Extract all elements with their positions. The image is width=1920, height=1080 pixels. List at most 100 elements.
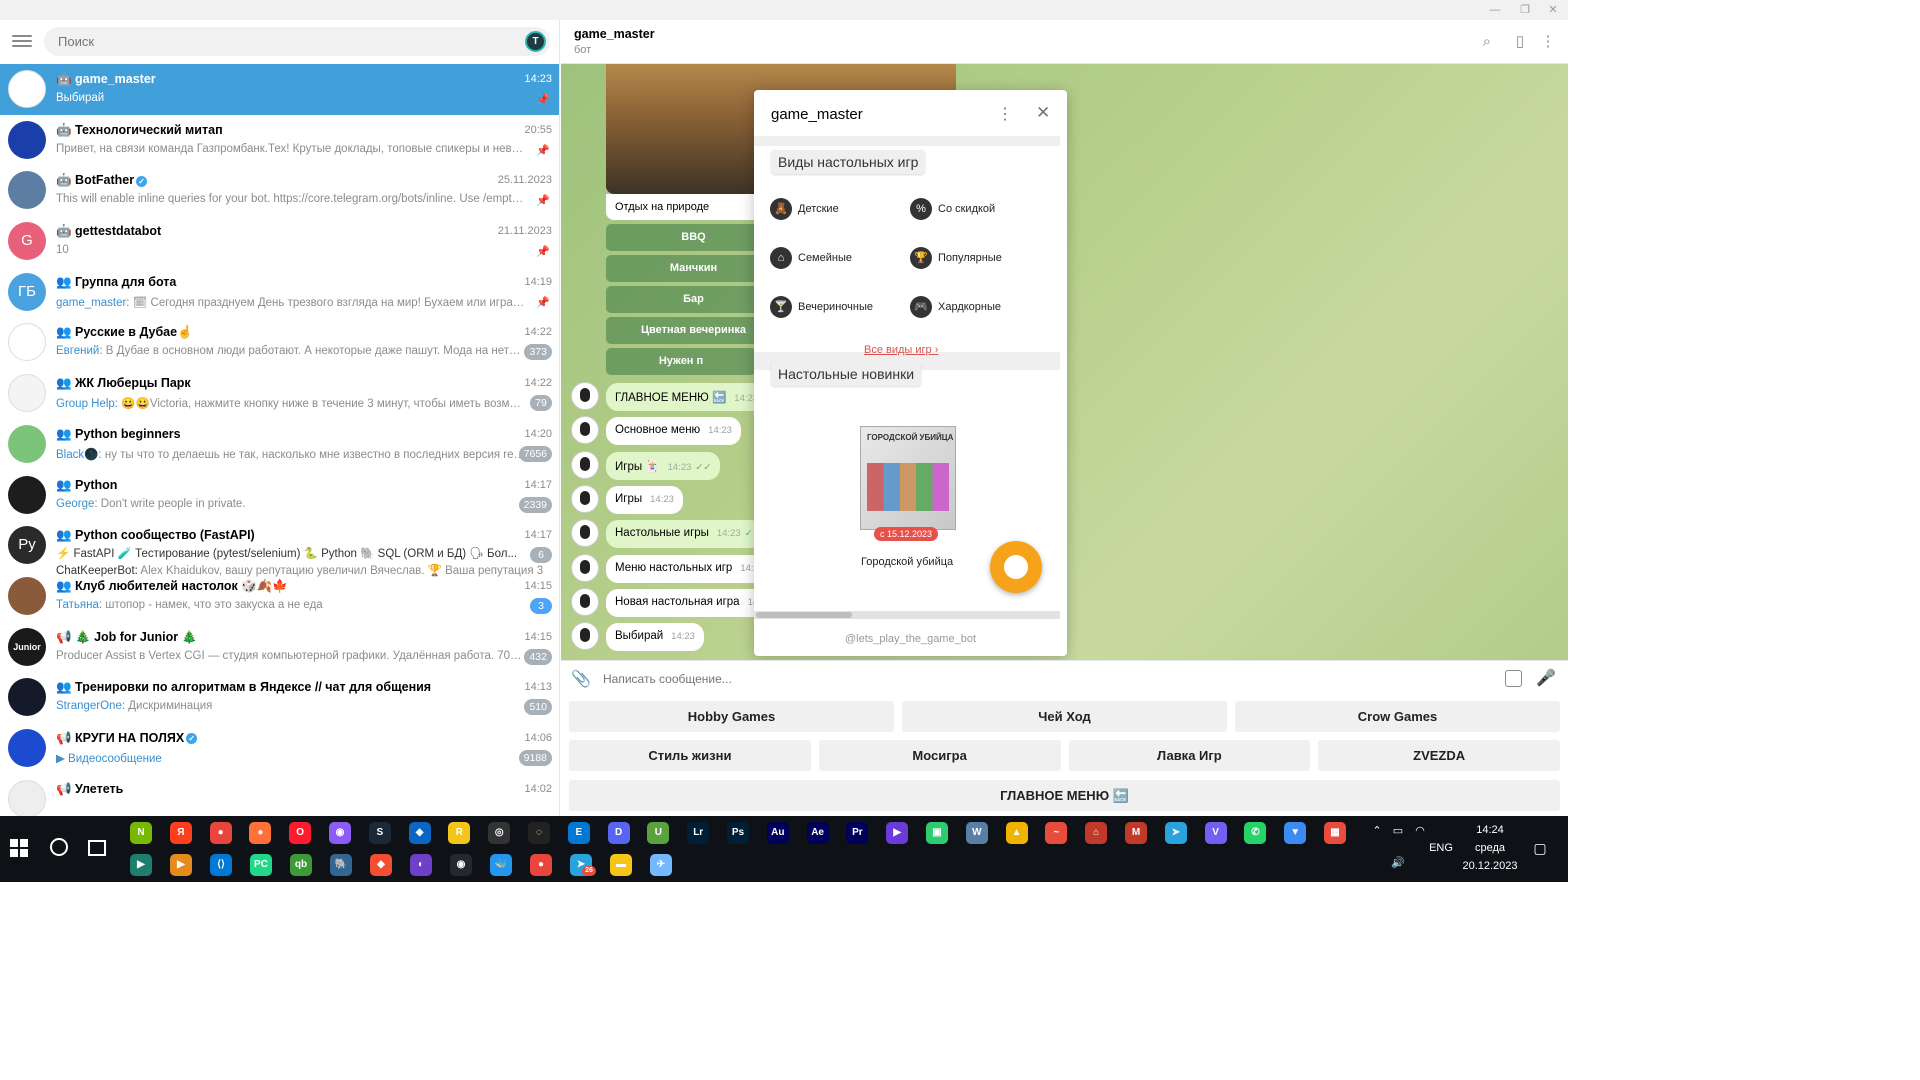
notifications-icon[interactable]: ▢	[1530, 840, 1550, 857]
red-app-icon[interactable]: M	[1125, 822, 1147, 844]
search-input[interactable]	[44, 27, 484, 56]
webapp-menu-icon[interactable]: ⋮	[997, 104, 1013, 124]
language-indicator[interactable]: ENG	[1426, 842, 1456, 854]
inline-button[interactable]: Нужен п	[606, 348, 756, 375]
message-bubble[interactable]: Игры 14:23	[606, 485, 683, 514]
telegram-desktop-icon[interactable]: ➤	[1164, 822, 1187, 844]
yandex-browser-icon[interactable]: Я	[169, 822, 192, 844]
bot-keyboard-icon[interactable]	[1505, 670, 1522, 687]
message-bubble[interactable]: Выбирай 14:23	[606, 623, 704, 652]
chat-list-item[interactable]: 👥 Русские в Дубае☝ 14:22 Евгений: В Дубае …	[0, 317, 559, 368]
postgres-icon[interactable]: 🐘	[330, 854, 352, 876]
attach-icon[interactable]: 📎	[571, 669, 591, 689]
chevron-up-icon[interactable]: ⌃	[1365, 824, 1389, 837]
volume-icon[interactable]: 🔊	[1388, 856, 1408, 869]
vscode-icon[interactable]: ⟨⟩	[210, 854, 232, 876]
chat-list-item[interactable]: Py 👥 Python сообщество (FastAPI) 14:17 ⚡ Fa…	[0, 520, 559, 577]
anydesk-icon[interactable]: ~	[1045, 822, 1068, 844]
webapp-close-icon[interactable]: ✕	[1036, 103, 1050, 123]
chat-list-item[interactable]: 🤖 BotFather ✓ 25.11.2023 This will enable i…	[0, 165, 559, 216]
qbittorrent-icon[interactable]: qb	[290, 854, 312, 876]
video-app-icon[interactable]: ▶	[886, 822, 909, 844]
category-house[interactable]: ⌂ Семейные	[770, 247, 852, 269]
reply-button[interactable]: Чей Ход	[902, 701, 1227, 732]
vpn-icon[interactable]: ▼	[1284, 822, 1307, 844]
bot-avatar[interactable]	[571, 484, 599, 513]
message-bubble[interactable]: Игры 🃏 14:23 ✓✓	[606, 451, 721, 480]
bot-avatar[interactable]	[571, 622, 599, 651]
clock-time[interactable]: 14:24	[1460, 824, 1520, 836]
viber-icon[interactable]: V	[1204, 822, 1227, 844]
category-teddy-bear[interactable]: 🧸 Детские	[770, 198, 839, 220]
chat-title[interactable]: game_master	[574, 27, 655, 41]
floating-chat-button[interactable]	[990, 541, 1042, 593]
pycharm-icon[interactable]: PC	[250, 854, 272, 876]
opera-icon[interactable]: O	[289, 822, 312, 844]
profile-avatar-icon[interactable]: T	[525, 31, 546, 52]
pilot-icon[interactable]: ✈	[650, 854, 672, 876]
whatsapp-icon[interactable]: ✆	[1244, 822, 1267, 844]
reply-button[interactable]: ZVEZDA	[1318, 740, 1560, 771]
sublime-icon[interactable]: ▶	[170, 854, 192, 876]
photoshop-icon[interactable]: Ps	[727, 822, 749, 844]
reply-button[interactable]: Hobby Games	[569, 701, 894, 732]
bing-icon[interactable]: ◆	[408, 822, 431, 844]
firefox-icon[interactable]: ●	[249, 822, 272, 844]
wifi-icon[interactable]: ◠	[1410, 824, 1430, 837]
chat-list-item[interactable]: 🤖 Технологический митап 20:55 Привет, на с…	[0, 115, 559, 166]
steam-icon[interactable]: S	[368, 822, 391, 844]
epic-icon[interactable]: E	[567, 822, 590, 844]
lightroom-icon[interactable]: Lr	[687, 822, 710, 844]
premiere-icon[interactable]: Pr	[846, 822, 869, 844]
chat-list-item[interactable]: 👥 ЖК Люберцы Парк 14:22 Group Help: 😀😀Vict…	[0, 368, 559, 419]
nvidia-icon[interactable]: N	[130, 822, 152, 844]
chrome-icon-2[interactable]: ●	[530, 854, 552, 876]
minimize-button[interactable]: —	[1480, 2, 1510, 18]
close-window-button[interactable]: ✕	[1538, 2, 1568, 18]
chat-list-item[interactable]: 📢 КРУГИ НА ПОЛЯХ ✓ 14:06 ▶ Видеосообщение 91…	[0, 723, 559, 774]
grid-app-icon[interactable]: ▦	[1324, 822, 1346, 844]
taskbar-search-icon[interactable]	[50, 838, 68, 856]
chat-list-item[interactable]: 👥 Python 14:17 George: Don't write people …	[0, 470, 559, 521]
reply-button[interactable]: Мосигра	[818, 740, 1061, 771]
game-box-image[interactable]: ГОРОДСКОЙ УБИЙЦА	[860, 426, 956, 530]
chat-list-item[interactable]: G 🤖 gettestdatabot 21.11.2023 10 📌	[0, 216, 559, 267]
message-bubble[interactable]: Меню настольных игр 14:23	[606, 554, 774, 583]
task-view-icon[interactable]	[88, 840, 106, 856]
category-discount[interactable]: % Со скидкой	[910, 198, 995, 220]
search-box[interactable]: T	[44, 27, 550, 56]
message-input[interactable]	[603, 666, 1483, 692]
github-icon[interactable]: ◉	[450, 854, 472, 876]
sidebar-toggle-icon[interactable]: ▯	[1511, 33, 1529, 51]
docker-icon[interactable]: 🐳	[490, 854, 512, 876]
more-options-icon[interactable]: ⋮	[1539, 33, 1557, 51]
green-app-icon[interactable]: ▣	[926, 822, 948, 844]
bot-avatar[interactable]	[571, 382, 599, 410]
obs-icon[interactable]: ◎	[488, 822, 511, 844]
webapp-scrollbar[interactable]	[754, 611, 1060, 619]
message-bubble[interactable]: ГЛАВНОЕ МЕНЮ 🔙 14:23	[606, 383, 768, 411]
chat-list-item[interactable]: 🤖 game_master 14:23 Выбирай 📌	[0, 64, 559, 115]
category-cocktail[interactable]: 🍸 Вечериночные	[770, 296, 873, 318]
all-game-types-link[interactable]: Все виды игр ›	[864, 344, 938, 356]
chat-list-item[interactable]: 📢 Улететь 14:02	[0, 774, 559, 816]
message-bubble[interactable]: Основное меню 14:23	[606, 417, 741, 446]
git-icon[interactable]: ◆	[370, 854, 392, 876]
hamburger-menu-icon[interactable]	[12, 32, 32, 50]
maximize-button[interactable]: ❐	[1510, 2, 1540, 18]
chat-list-item[interactable]: ГБ 👥 Группа для бота 14:19 game_master: 🗓 С…	[0, 267, 559, 318]
reply-button[interactable]: ГЛАВНОЕ МЕНЮ 🔙	[569, 780, 1560, 811]
reply-button[interactable]: Crow Games	[1235, 701, 1560, 732]
hood-app-icon[interactable]: ⌂	[1085, 822, 1108, 844]
microphone-icon[interactable]: 🎤	[1536, 668, 1556, 688]
message-bubble[interactable]: Настольные игры 14:23 ✓	[606, 520, 762, 549]
reply-button[interactable]: Стиль жизни	[569, 740, 811, 771]
reply-button[interactable]: Лавка Игр	[1068, 740, 1311, 771]
battery-icon[interactable]: ▭	[1388, 824, 1408, 837]
category-trophy[interactable]: 🏆 Популярные	[910, 247, 1002, 269]
chat-list-item[interactable]: Junior 📢 🎄 Job for Junior 🎄 14:15 Producer …	[0, 622, 559, 673]
rockstar-icon[interactable]: R	[448, 822, 471, 844]
search-icon[interactable]: ⌕	[1478, 33, 1496, 51]
bot-avatar[interactable]	[571, 553, 599, 582]
tor-icon[interactable]: ◉	[329, 822, 351, 844]
